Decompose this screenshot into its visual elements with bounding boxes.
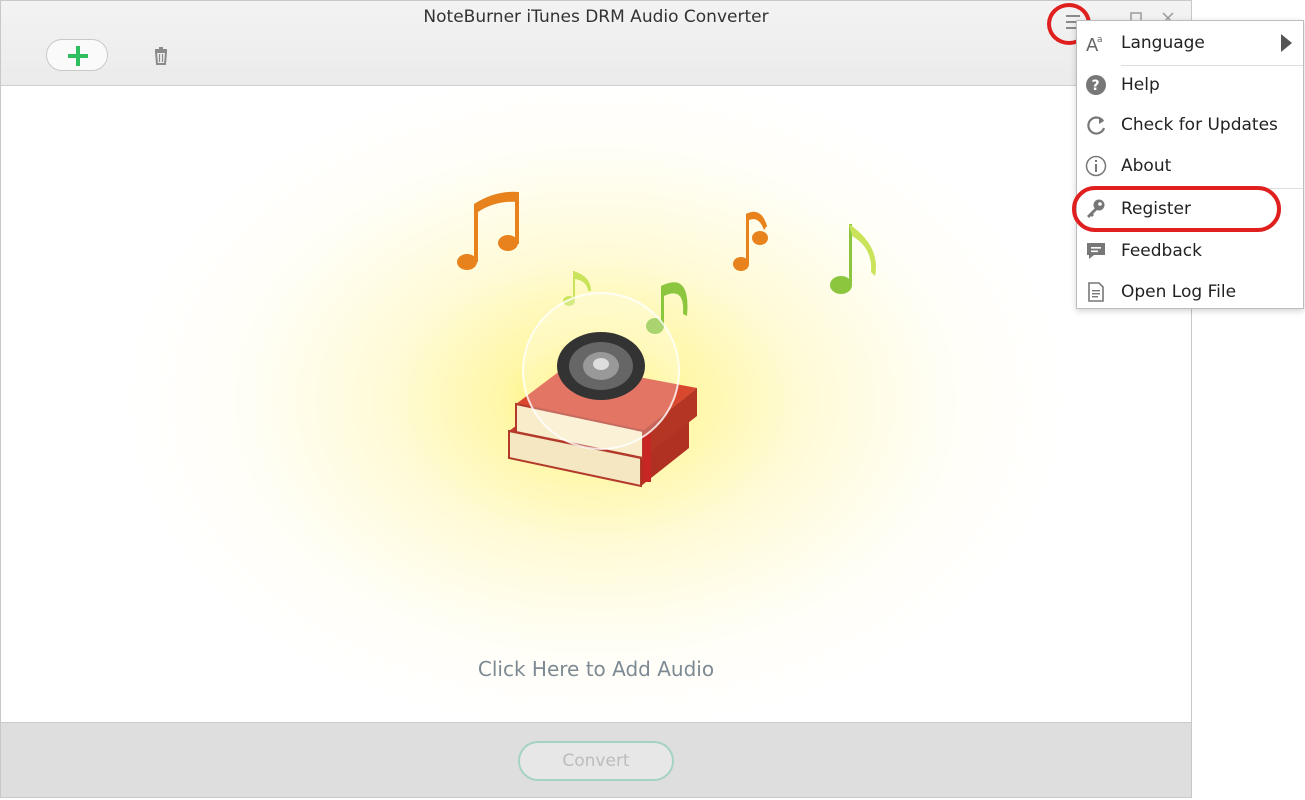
delete-button[interactable] [151,46,171,66]
app-window: NoteBurner iTunes DRM Audio Converter Cl… [0,0,1192,798]
menu-item-label: Feedback [1121,241,1202,261]
menu-item-label: Language [1121,33,1205,53]
menu-item-feedback[interactable]: Feedback [1077,231,1303,271]
log-file-icon [1088,282,1104,302]
language-icon: A a [1086,35,1103,54]
window-title: NoteBurner iTunes DRM Audio Converter [423,7,769,27]
refresh-icon [1087,116,1106,135]
menu-item-label: About [1121,156,1172,176]
help-icon: ? [1086,75,1106,95]
music-books-illustration [457,191,876,488]
feedback-icon [1087,243,1105,259]
add-audio-button[interactable] [46,39,108,71]
menu-item-register[interactable]: Register [1077,189,1303,229]
key-icon [1087,199,1105,218]
add-audio-label[interactable]: Click Here to Add Audio [1,657,1191,681]
music-note-icon [457,191,768,271]
menu-item-about[interactable]: About [1077,146,1303,186]
speaker-icon [522,292,680,450]
menu-item-label: Check for Updates [1121,115,1278,135]
title-bar: NoteBurner iTunes DRM Audio Converter [1,1,1191,86]
menu-item-language[interactable]: A a Language [1077,23,1303,63]
info-icon [1085,155,1107,177]
trash-icon [154,47,168,65]
menu-item-label: Register [1121,199,1191,219]
menu-item-label: Help [1121,75,1160,95]
footer-bar: Convert [1,722,1191,797]
drop-area[interactable]: Click Here to Add Audio [1,86,1191,722]
chevron-right-icon [1281,34,1292,52]
main-menu-dropdown: A a Language ? Help Check for Updates Ab… [1076,20,1304,309]
menu-item-open-log[interactable]: Open Log File [1077,272,1303,312]
menu-item-check-updates[interactable]: Check for Updates [1077,105,1303,145]
svg-text:?: ? [1092,78,1100,94]
menu-item-label: Open Log File [1121,282,1237,302]
menu-item-help[interactable]: ? Help [1077,65,1303,105]
plus-icon [68,46,88,66]
convert-button[interactable]: Convert [518,741,674,781]
svg-text:a: a [1097,35,1103,45]
